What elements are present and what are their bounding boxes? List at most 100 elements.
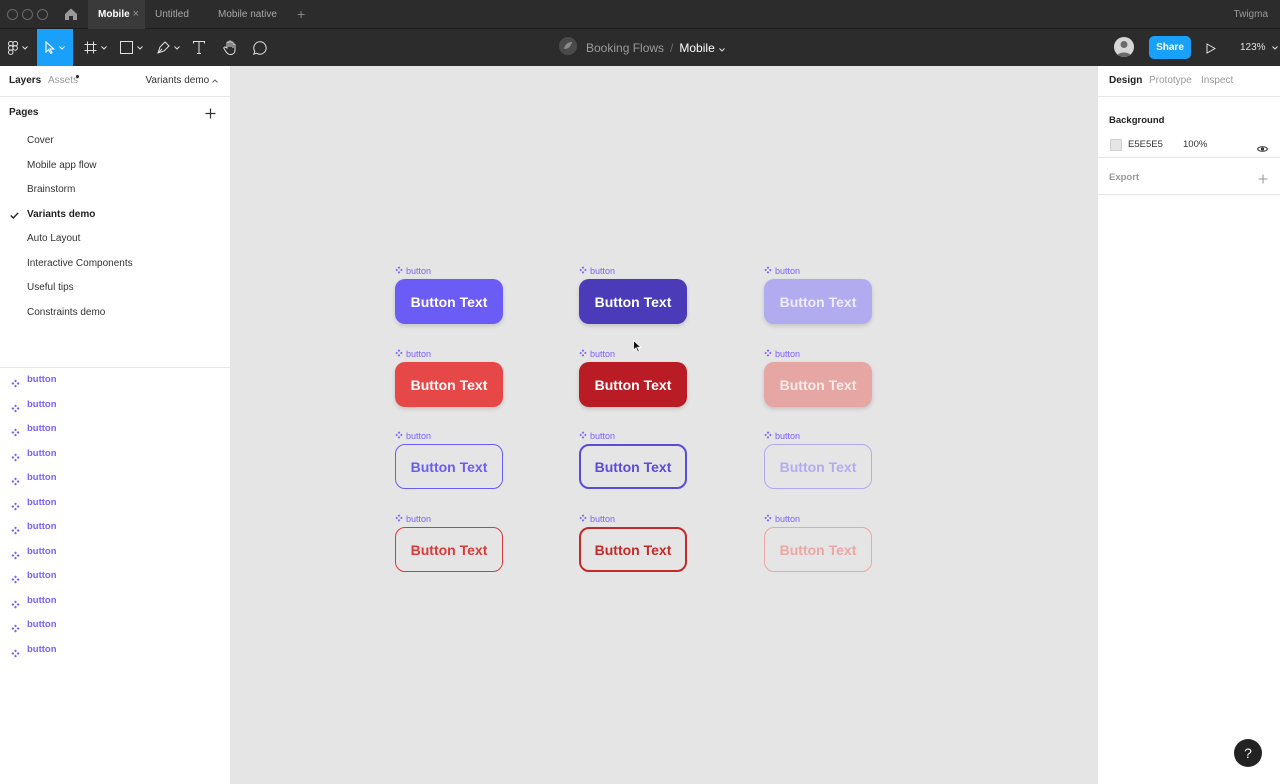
background-opacity-input[interactable]: 100%	[1183, 139, 1207, 150]
button-variant-solid[interactable]: Button Text	[579, 279, 687, 324]
layer-row[interactable]: button	[0, 442, 230, 467]
tab-mobile-native[interactable]: Mobile native	[208, 0, 287, 29]
layer-row[interactable]: button	[0, 393, 230, 418]
button-text: Button Text	[779, 376, 857, 393]
component-icon	[11, 498, 20, 516]
button-variant-outline[interactable]: Button Text	[579, 444, 687, 489]
window-minimize-button[interactable]	[22, 9, 33, 20]
shape-tool-button[interactable]	[116, 29, 146, 66]
component-label[interactable]: button	[579, 349, 615, 359]
tab-untitled[interactable]: Untitled	[145, 0, 199, 29]
page-item[interactable]: Constraints demo	[0, 301, 230, 326]
help-button[interactable]: ?	[1234, 739, 1262, 767]
button-text: Button Text	[410, 541, 488, 558]
button-variant-solid[interactable]: Button Text	[395, 362, 503, 407]
button-variant-outline[interactable]: Button Text	[764, 527, 872, 572]
tab-inspect[interactable]: Inspect	[1201, 66, 1233, 96]
tab-close-icon[interactable]: ×	[133, 0, 139, 29]
chevron-down-icon	[173, 45, 180, 50]
layer-row[interactable]: button	[0, 638, 230, 663]
new-tab-icon[interactable]: +	[297, 0, 305, 29]
button-variant-outline[interactable]: Button Text	[395, 444, 503, 489]
tab-design[interactable]: Design	[1109, 66, 1142, 96]
layer-row[interactable]: button	[0, 564, 230, 589]
component-name: button	[590, 266, 616, 276]
component-label[interactable]: button	[395, 266, 431, 276]
canvas[interactable]: button Button Text button Button Text button…	[231, 66, 1097, 784]
page-item[interactable]: Variants demo	[0, 203, 230, 228]
layer-row[interactable]: button	[0, 417, 230, 442]
title-bar: Mobile × Untitled Mobile native + Twigma	[0, 0, 1280, 29]
background-color-swatch[interactable]	[1110, 139, 1122, 151]
hand-tool-button[interactable]	[219, 29, 241, 66]
tab-prototype[interactable]: Prototype	[1149, 66, 1192, 96]
page-item[interactable]: Interactive Components	[0, 252, 230, 277]
chevron-down-icon	[1272, 42, 1279, 53]
eye-icon[interactable]	[1256, 140, 1269, 158]
button-variant-solid[interactable]: Button Text	[395, 279, 503, 324]
layer-row[interactable]: button	[0, 589, 230, 614]
button-variant-outline[interactable]: Button Text	[395, 527, 503, 572]
page-item[interactable]: Auto Layout	[0, 227, 230, 252]
add-export-icon[interactable]	[1258, 171, 1268, 189]
tab-layers[interactable]: Layers	[9, 66, 41, 96]
component-label[interactable]: button	[395, 349, 431, 359]
avatar[interactable]	[1114, 37, 1134, 57]
background-hex-input[interactable]: E5E5E5	[1128, 139, 1163, 150]
home-icon[interactable]	[63, 6, 79, 22]
pen-tool-button[interactable]	[153, 29, 183, 66]
page-item[interactable]: Cover	[0, 129, 230, 154]
file-name[interactable]: Mobile	[679, 41, 714, 55]
button-variant-solid[interactable]: Button Text	[764, 279, 872, 324]
component-label[interactable]: button	[579, 514, 615, 524]
main-menu-button[interactable]	[0, 29, 36, 66]
component-label[interactable]: button	[764, 431, 800, 441]
tab-assets[interactable]: Assets	[48, 66, 78, 96]
window-zoom-button[interactable]	[37, 9, 48, 20]
page-item[interactable]: Useful tips	[0, 276, 230, 301]
current-page-select[interactable]: Variants demo	[145, 66, 218, 96]
page-item[interactable]: Mobile app flow	[0, 154, 230, 179]
button-variant-outline[interactable]: Button Text	[579, 527, 687, 572]
present-play-icon[interactable]	[1206, 41, 1217, 59]
layer-row[interactable]: button	[0, 466, 230, 491]
hand-icon	[223, 40, 237, 55]
team-avatar-icon[interactable]	[559, 37, 577, 58]
button-text: Button Text	[594, 293, 672, 310]
component-label[interactable]: button	[579, 431, 615, 441]
left-panel: Layers Assets Variants demo Pages Cover M…	[0, 66, 231, 784]
frame-tool-button[interactable]	[80, 29, 110, 66]
add-page-icon[interactable]	[205, 106, 216, 124]
component-label[interactable]: button	[764, 349, 800, 359]
component-label[interactable]: button	[764, 266, 800, 276]
component-icon	[579, 431, 590, 441]
layer-row[interactable]: button	[0, 613, 230, 638]
project-name[interactable]: Booking Flows	[586, 41, 664, 55]
button-variant-solid[interactable]: Button Text	[579, 362, 687, 407]
layer-row[interactable]: button	[0, 515, 230, 540]
component-label[interactable]: button	[579, 266, 615, 276]
chevron-down-icon[interactable]	[718, 41, 725, 55]
layer-row[interactable]: button	[0, 491, 230, 516]
layer-row[interactable]: button	[0, 540, 230, 565]
button-variant-outline[interactable]: Button Text	[764, 444, 872, 489]
export-section: Export	[1098, 158, 1280, 195]
component-icon	[395, 349, 406, 359]
component-label[interactable]: button	[395, 431, 431, 441]
page-item[interactable]: Brainstorm	[0, 178, 230, 203]
button-variant-solid[interactable]: Button Text	[764, 362, 872, 407]
tab-mobile[interactable]: Mobile ×	[88, 0, 145, 29]
layer-label: button	[27, 521, 57, 532]
move-tool-button[interactable]	[37, 29, 73, 66]
component-name: button	[590, 431, 616, 441]
component-label[interactable]: button	[395, 514, 431, 524]
comment-tool-button[interactable]	[249, 29, 271, 66]
zoom-control[interactable]: 123%	[1240, 29, 1279, 66]
window-close-button[interactable]	[7, 9, 18, 20]
component-label[interactable]: button	[764, 514, 800, 524]
tab-label: Untitled	[155, 9, 189, 20]
breadcrumb: Booking Flows / Mobile	[559, 29, 725, 66]
share-button[interactable]: Share	[1149, 36, 1191, 59]
layer-row[interactable]: button	[0, 368, 230, 393]
text-tool-button[interactable]	[188, 29, 210, 66]
